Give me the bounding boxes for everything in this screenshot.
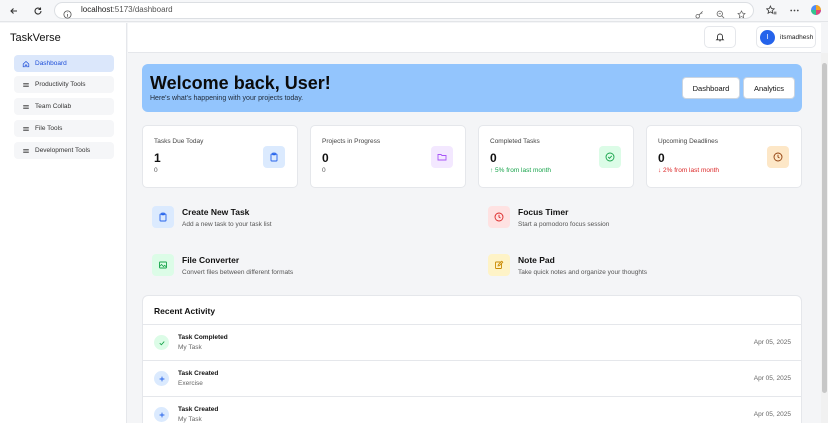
stat-label: Completed Tasks — [490, 138, 540, 145]
action-title: Create New Task — [182, 207, 250, 217]
menu-icon — [23, 126, 29, 131]
list-item[interactable]: Task Completed My Task Apr 05, 2025 — [143, 325, 801, 361]
plus-icon — [154, 407, 169, 422]
welcome-subtitle: Here's what's happening with your projec… — [150, 95, 304, 102]
notifications-button[interactable] — [704, 26, 736, 48]
activity-subtitle: My Task — [178, 344, 202, 351]
address-bar[interactable]: localhost:5173/dashboard — [54, 2, 754, 19]
action-file-converter[interactable]: File Converter Convert files between dif… — [152, 254, 452, 280]
activity-subtitle: My Task — [178, 416, 202, 423]
sidebar-item-productivity-tools[interactable]: Productivity Tools — [14, 76, 114, 93]
sidebar-item-label: File Tools — [35, 125, 63, 132]
password-key-icon[interactable] — [695, 6, 704, 24]
activity-title: Task Created — [178, 370, 219, 377]
stat-sub: 0 — [322, 167, 326, 174]
clipboard-icon — [152, 206, 174, 228]
stat-card-completed: Completed Tasks 0 ↑ 5% from last month — [478, 125, 634, 188]
sidebar-item-dashboard[interactable]: Dashboard — [14, 55, 114, 72]
stat-trend: ↑ 5% from last month — [490, 167, 552, 174]
avatar: I — [760, 29, 775, 45]
menu-icon — [23, 148, 29, 153]
check-icon — [154, 335, 169, 350]
action-desc: Start a pomodoro focus session — [518, 221, 610, 228]
stat-card-projects: Projects in Progress 0 0 — [310, 125, 466, 188]
url-text: localhost:5173/dashboard — [81, 5, 173, 14]
check-circle-icon — [599, 146, 621, 168]
activity-date: Apr 05, 2025 — [753, 339, 791, 346]
folder-icon — [431, 146, 453, 168]
action-focus-timer[interactable]: Focus Timer Start a pomodoro focus sessi… — [488, 206, 788, 232]
stat-label: Projects in Progress — [322, 138, 381, 145]
copilot-icon[interactable] — [810, 4, 822, 16]
recent-activity-title: Recent Activity — [154, 306, 216, 316]
clock-icon — [767, 146, 789, 168]
stat-card-deadlines: Upcoming Deadlines 0 ↓ 2% from last mont… — [646, 125, 802, 188]
reload-icon[interactable] — [30, 3, 46, 19]
stat-value: 0 — [490, 151, 497, 165]
stat-trend: ↓ 2% from last month — [658, 167, 720, 174]
stat-card-tasks-due: Tasks Due Today 1 0 — [142, 125, 298, 188]
welcome-title: Welcome back, User! — [150, 73, 331, 93]
sidebar-item-label: Productivity Tools — [35, 81, 86, 88]
sidebar-item-label: Dashboard — [35, 60, 67, 67]
recent-activity-panel: Recent Activity Task Completed My Task A… — [142, 295, 802, 423]
stat-value: 0 — [658, 151, 665, 165]
stat-sub: 0 — [154, 167, 158, 174]
username: itsmadhesh — [780, 33, 814, 41]
menu-icon — [23, 104, 29, 109]
action-desc: Add a new task to your task list — [182, 221, 272, 228]
plus-icon — [154, 371, 169, 386]
list-item[interactable]: Task Created Exercise Apr 05, 2025 — [143, 361, 801, 397]
stat-label: Upcoming Deadlines — [658, 138, 718, 145]
browser-toolbar: localhost:5173/dashboard — [0, 0, 828, 22]
action-note-pad[interactable]: Note Pad Take quick notes and organize y… — [488, 254, 788, 280]
scroll-thumb[interactable] — [822, 63, 827, 393]
sidebar-item-label: Development Tools — [35, 147, 91, 154]
action-desc: Take quick notes and organize your thoug… — [518, 269, 648, 276]
top-header: I itsmadhesh — [128, 23, 821, 53]
activity-title: Task Completed — [178, 334, 228, 341]
stat-value: 0 — [322, 151, 329, 165]
stat-value: 1 — [154, 151, 161, 165]
list-item[interactable]: Task Created My Task Apr 05, 2025 — [143, 397, 801, 423]
sidebar-item-file-tools[interactable]: File Tools — [14, 120, 114, 137]
favorite-star-icon[interactable] — [737, 6, 746, 24]
image-icon — [152, 254, 174, 276]
zoom-icon[interactable] — [716, 6, 725, 24]
activity-title: Task Created — [178, 406, 219, 413]
sidebar-item-team-collab[interactable]: Team Collab — [14, 98, 114, 115]
activity-subtitle: Exercise — [178, 380, 203, 387]
sidebar-item-development-tools[interactable]: Development Tools — [14, 142, 114, 159]
home-icon — [22, 60, 30, 67]
action-desc: Convert files between different formats — [182, 269, 294, 276]
brand-title: TaskVerse — [10, 32, 61, 44]
menu-icon — [23, 82, 29, 87]
sidebar-item-label: Team Collab — [35, 103, 72, 110]
action-title: Note Pad — [518, 255, 555, 265]
more-options-icon[interactable] — [788, 4, 800, 16]
bell-icon — [715, 33, 725, 42]
clipboard-icon — [263, 146, 285, 168]
scrollbar[interactable] — [821, 53, 828, 423]
clock-icon — [488, 206, 510, 228]
analytics-button[interactable]: Analytics — [743, 77, 795, 99]
sidebar: TaskVerse Dashboard Productivity Tools T… — [0, 23, 127, 423]
action-title: Focus Timer — [518, 207, 569, 217]
action-create-task[interactable]: Create New Task Add a new task to your t… — [152, 206, 452, 232]
action-title: File Converter — [182, 255, 240, 265]
dashboard-button[interactable]: Dashboard — [682, 77, 740, 99]
stat-label: Tasks Due Today — [154, 138, 204, 145]
back-icon[interactable] — [6, 3, 22, 19]
welcome-banner: Welcome back, User! Here's what's happen… — [142, 64, 802, 112]
edit-icon — [488, 254, 510, 276]
info-icon[interactable] — [63, 6, 72, 24]
activity-date: Apr 05, 2025 — [753, 375, 791, 382]
user-menu-button[interactable]: I itsmadhesh — [756, 26, 816, 48]
activity-date: Apr 05, 2025 — [753, 411, 791, 418]
favorites-icon[interactable] — [765, 4, 777, 16]
